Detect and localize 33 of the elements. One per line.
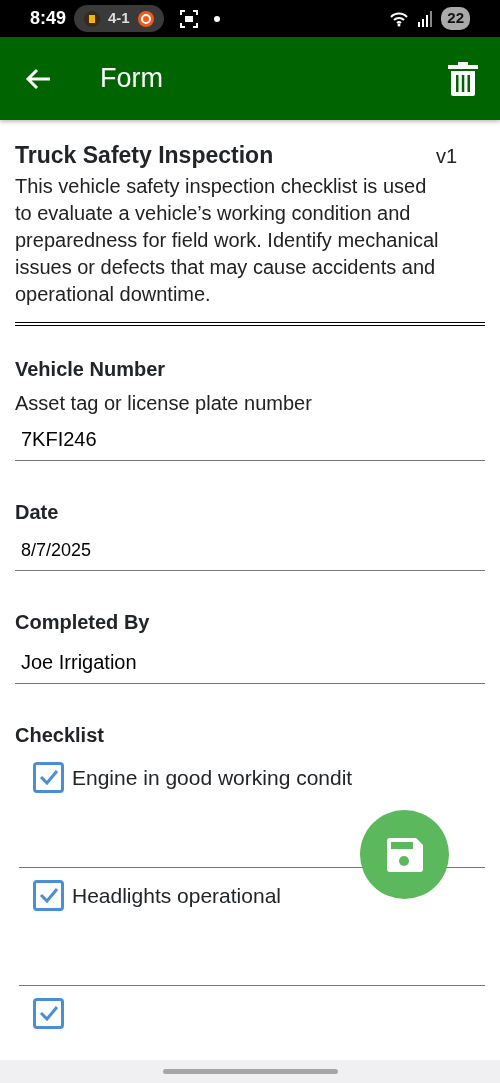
wifi-icon <box>389 10 410 27</box>
team-logo-icon <box>84 10 101 27</box>
status-time: 8:49 <box>30 7 67 30</box>
form-version: v1 <box>435 144 458 169</box>
team-logo-icon <box>137 10 154 27</box>
check-icon <box>38 887 59 903</box>
checkbox[interactable] <box>33 761 64 793</box>
form-title: Truck Safety Inspection <box>15 141 274 170</box>
field-label: Completed By <box>15 609 151 635</box>
field-label: Date <box>15 499 60 525</box>
checklist-label: Headlights operational <box>72 882 281 909</box>
screen-title: Form <box>100 62 163 96</box>
date-field[interactable]: 8/7/2025 <box>15 530 485 571</box>
delete-button[interactable] <box>448 61 478 96</box>
checkbox[interactable] <box>33 879 64 911</box>
battery-level: 22 <box>441 7 470 30</box>
checkbox[interactable] <box>33 997 64 1029</box>
input-field[interactable]: 7KFI246 <box>15 417 485 461</box>
field-hint: Asset tag or license plate number <box>15 390 313 416</box>
score-text: 4-1 <box>108 8 130 29</box>
section-label: Checklist <box>15 722 105 748</box>
dot-icon <box>213 15 220 22</box>
input-field[interactable]: Joe Irrigation <box>15 640 485 684</box>
home-handle[interactable] <box>162 1069 338 1074</box>
form-description: This vehicle safety inspection checklist is used to evaluate a vehicle’s working condition and preparedness for field work. Identify mechanical issues or defects that may cause accidents and operational downtime. <box>15 173 440 307</box>
field-label: Vehicle Number <box>15 356 167 382</box>
screenshot-icon <box>179 9 198 28</box>
check-icon <box>38 1005 59 1021</box>
check-icon <box>38 769 59 785</box>
back-button[interactable] <box>24 66 52 91</box>
checklist-label: Engine in good working condit <box>72 764 353 791</box>
save-icon <box>386 837 423 872</box>
signal-icon <box>417 10 434 27</box>
